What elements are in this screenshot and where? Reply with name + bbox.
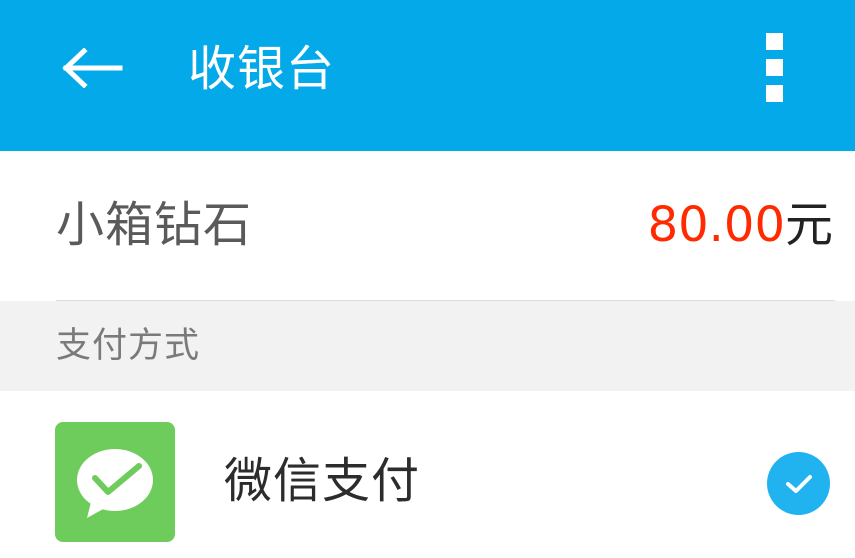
product-price: 80.00元 [648, 195, 833, 255]
payment-section-header: 支付方式 [0, 301, 855, 391]
wechat-pay-icon [55, 422, 175, 542]
more-vertical-icon-dot [766, 85, 783, 102]
back-button[interactable] [50, 30, 136, 106]
product-name: 小箱钻石 [56, 197, 253, 253]
arrow-left-icon [62, 48, 123, 88]
app-bar: 收银台 [0, 0, 855, 151]
check-circle-icon[interactable] [767, 452, 830, 515]
page-title: 收银台 [188, 41, 336, 97]
product-row: 小箱钻石 80.00元 [0, 151, 855, 301]
more-vertical-icon [766, 33, 783, 50]
payment-option-label: 微信支付 [224, 453, 421, 509]
payment-option-wechat[interactable]: 微信支付 [0, 391, 855, 558]
more-vertical-icon-dot [766, 59, 783, 76]
price-amount: 80.00 [647, 197, 785, 253]
payment-section-label: 支付方式 [56, 326, 201, 366]
more-options-button[interactable] [744, 24, 804, 112]
price-unit: 元 [784, 197, 833, 253]
